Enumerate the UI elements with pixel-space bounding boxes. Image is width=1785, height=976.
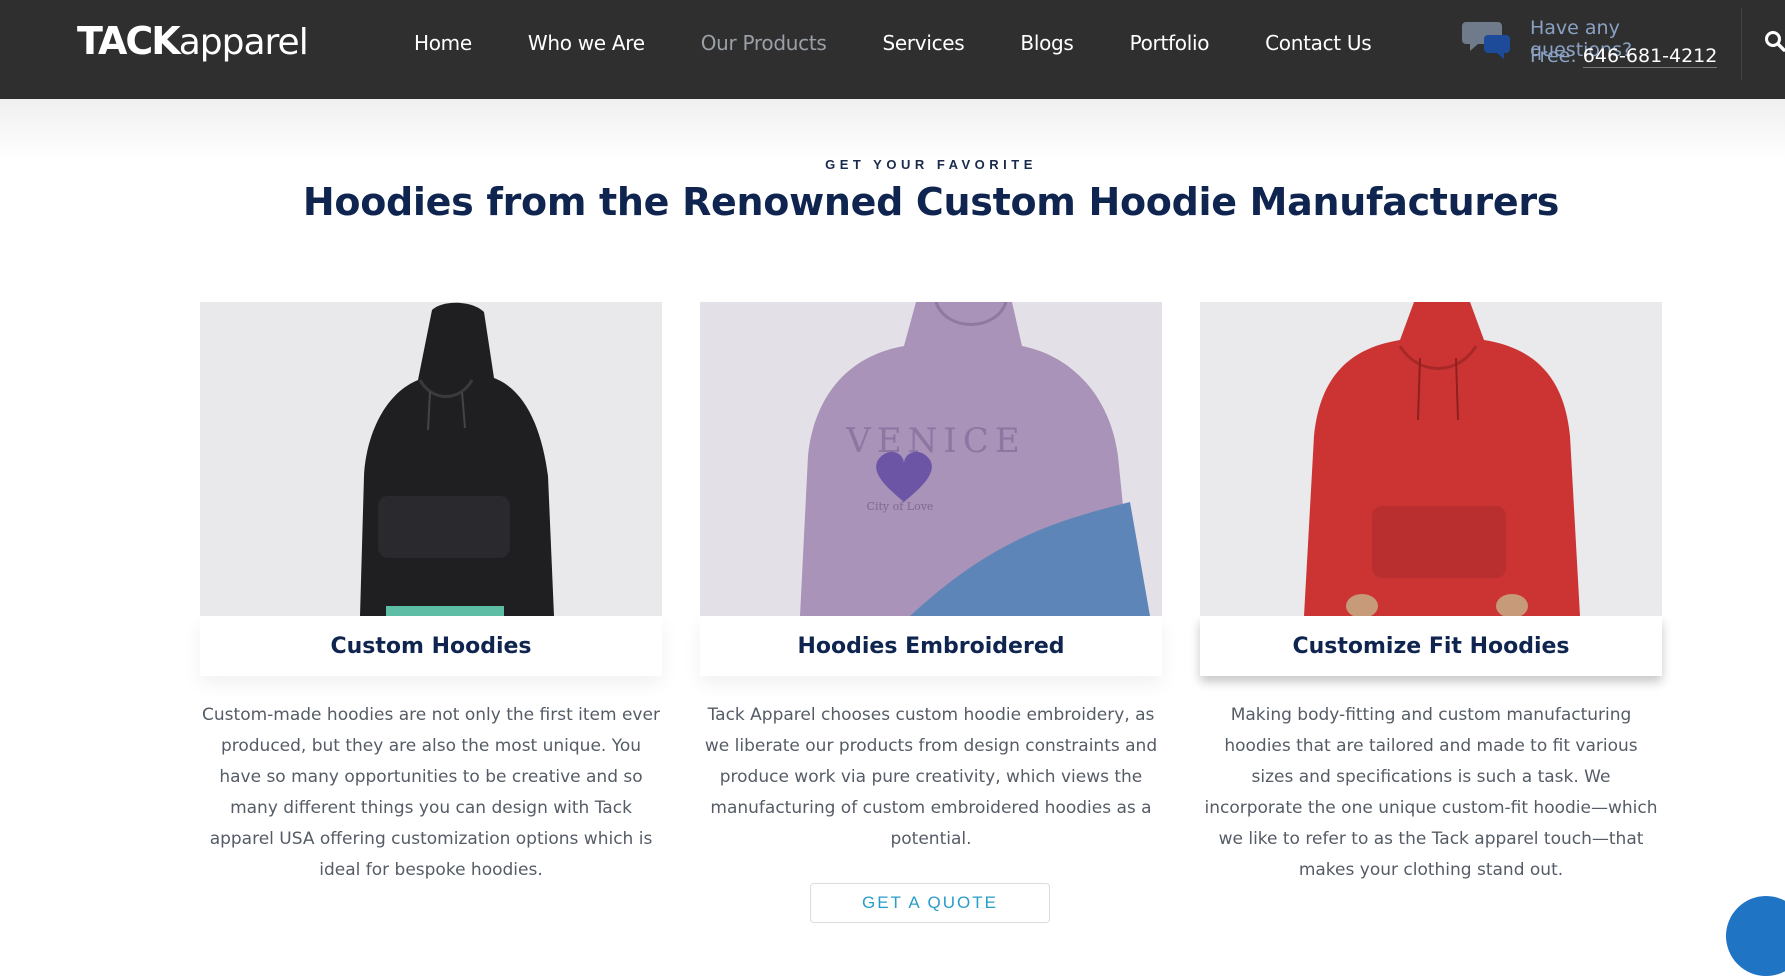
embroidery-venice-text: VENICE [845,421,1025,461]
card-description: Tack Apparel chooses custom hoodie embro… [704,705,1158,849]
product-card-hoodies-embroidered[interactable]: VENICE City of Love Hoodies Embroidered … [700,302,1162,855]
search-icon[interactable] [1764,30,1785,52]
section-headline: Hoodies from the Renowned Custom Hoodie … [302,180,1560,224]
nav-home[interactable]: Home [414,31,472,55]
contact-info: Have any questions? Free: 646-681-4212 [1462,15,1722,71]
nav-portfolio[interactable]: Portfolio [1130,31,1210,55]
live-chat-widget-icon[interactable] [1726,896,1785,976]
product-image-red-hoodie[interactable] [1200,302,1662,616]
get-a-quote-button[interactable]: GET A QUOTE [810,883,1050,923]
card-description: Custom-made hoodies are not only the fir… [202,705,660,880]
logo-bold-text: TACK [77,19,181,63]
header-divider [1741,8,1742,80]
nav-services[interactable]: Services [882,31,964,55]
product-card-custom-hoodies[interactable]: Custom Hoodies Custom-made hoodies are n… [200,302,662,886]
nav-who-we-are[interactable]: Who we Are [528,31,645,55]
card-title[interactable]: Hoodies Embroidered [798,634,1065,659]
product-image-lavender-hoodie[interactable]: VENICE City of Love [700,302,1162,616]
section-top-shade [0,99,1785,159]
tack-apparel-logo[interactable]: TACK apparel [77,19,309,65]
site-header: TACK apparel Home Who we Are Our Product… [0,0,1785,99]
phone-line: Free: 646-681-4212 [1530,45,1718,68]
card-title-box: Customize Fit Hoodies [1200,616,1662,676]
card-title-box: Custom Hoodies [200,616,662,676]
nav-our-products[interactable]: Our Products [701,31,827,55]
product-image-black-hoodie[interactable] [200,302,662,616]
product-card-customize-fit-hoodies[interactable]: Customize Fit Hoodies Making body-fittin… [1200,302,1662,886]
logo-light-text: apparel [178,22,309,63]
nav-contact-us[interactable]: Contact Us [1265,31,1372,55]
card-description: Making body-fitting and custom manufactu… [1204,705,1658,880]
card-title[interactable]: Customize Fit Hoodies [1292,634,1569,659]
section-eyebrow: GET YOUR FAVORITE [825,157,1037,172]
main-navigation: Home Who we Are Our Products Services Bl… [414,0,1427,86]
nav-blogs[interactable]: Blogs [1020,31,1073,55]
phone-prefix: Free: [1530,45,1583,67]
card-title-box: Hoodies Embroidered [700,616,1162,676]
embroidery-subtext: City of Love [867,500,934,513]
card-title[interactable]: Custom Hoodies [330,634,531,659]
phone-number-link[interactable]: 646-681-4212 [1582,45,1718,68]
chat-bubbles-icon [1462,22,1510,59]
